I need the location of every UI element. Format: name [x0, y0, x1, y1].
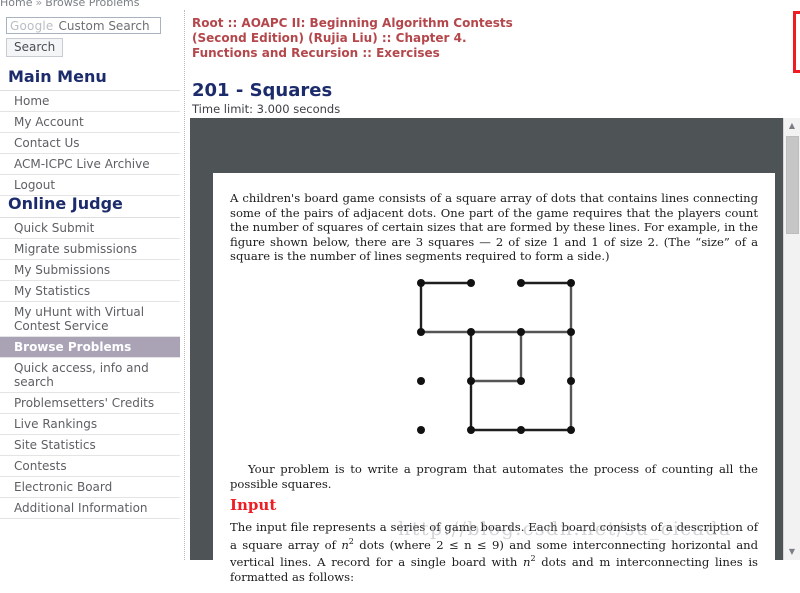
problem-breadcrumb[interactable]: Root :: AOAPC II: Beginning Algorithm Co… — [192, 16, 532, 61]
sidebar-item-problemsetters-credits[interactable]: Problemsetters' Credits — [0, 393, 180, 414]
section-heading-input: Input — [230, 496, 277, 514]
sidebar-item-contests[interactable]: Contests — [0, 456, 180, 477]
time-limit-label: Time limit: 3.000 seconds — [192, 102, 341, 116]
sidebar: Google Custom Search Search Main Menu Ho… — [0, 12, 186, 560]
action-button-panel: Submit Debug — [793, 11, 800, 73]
sidebar-divider — [184, 10, 186, 560]
top-breadcrumb-home[interactable]: Home — [0, 0, 32, 9]
sidebar-item-live-rankings[interactable]: Live Rankings — [0, 414, 180, 435]
sidebar-item-migrate-submissions[interactable]: Migrate submissions — [0, 239, 180, 260]
sidebar-item-quick-access[interactable]: Quick access, info and search — [0, 358, 180, 393]
sidebar-item-my-account[interactable]: My Account — [0, 112, 180, 133]
sidebar-online-judge-list: Quick Submit Migrate submissions My Subm… — [0, 218, 180, 519]
pdf-viewer-frame: A children's board game consists of a sq… — [190, 118, 800, 593]
scroll-up-arrow-icon[interactable]: ▲ — [784, 118, 800, 134]
sidebar-heading-main-menu: Main Menu — [0, 67, 180, 91]
sidebar-item-additional-information[interactable]: Additional Information — [0, 498, 180, 519]
sidebar-item-home[interactable]: Home — [0, 91, 180, 112]
document-page: A children's board game consists of a sq… — [213, 173, 775, 593]
para3-var-n-first: n — [341, 537, 349, 552]
sidebar-item-quick-submit[interactable]: Quick Submit — [0, 218, 180, 239]
top-breadcrumb-separator: » — [35, 0, 43, 9]
sidebar-main-menu-list: Home My Account Contact Us ACM-ICPC Live… — [0, 91, 180, 196]
page-title: 201 - Squares — [192, 80, 333, 101]
problem-paragraph-3: The input file represents a series of ga… — [230, 520, 758, 584]
google-brand-label: Google — [10, 18, 54, 33]
sidebar-item-live-archive[interactable]: ACM-ICPC Live Archive — [0, 154, 180, 175]
search-button[interactable]: Search — [6, 38, 64, 57]
problem-paragraph-2: Your problem is to write a program that … — [230, 462, 758, 491]
dot-grid-figure — [409, 273, 584, 438]
sidebar-item-electronic-board[interactable]: Electronic Board — [0, 477, 180, 498]
scroll-down-arrow-icon[interactable]: ▼ — [784, 544, 800, 560]
search-input-value: Custom Search — [58, 18, 150, 33]
sidebar-heading-online-judge: Online Judge — [0, 194, 180, 218]
scrollbar-thumb[interactable] — [786, 136, 799, 234]
sidebar-item-my-submissions[interactable]: My Submissions — [0, 260, 180, 281]
sidebar-item-logout[interactable]: Logout — [0, 175, 180, 196]
sidebar-item-browse-problems[interactable]: Browse Problems — [0, 337, 180, 358]
sidebar-item-site-statistics[interactable]: Site Statistics — [0, 435, 180, 456]
search-input[interactable]: Google Custom Search — [6, 17, 161, 34]
viewer-scrollbar[interactable]: ▲ ▼ — [783, 118, 800, 560]
sidebar-item-uhunt[interactable]: My uHunt with Virtual Contest Service — [0, 302, 180, 337]
sidebar-item-my-statistics[interactable]: My Statistics — [0, 281, 180, 302]
sidebar-item-contact-us[interactable]: Contact Us — [0, 133, 180, 154]
problem-paragraph-1: A children's board game consists of a sq… — [230, 191, 758, 264]
top-breadcrumb-current[interactable]: Browse Problems — [45, 0, 139, 9]
